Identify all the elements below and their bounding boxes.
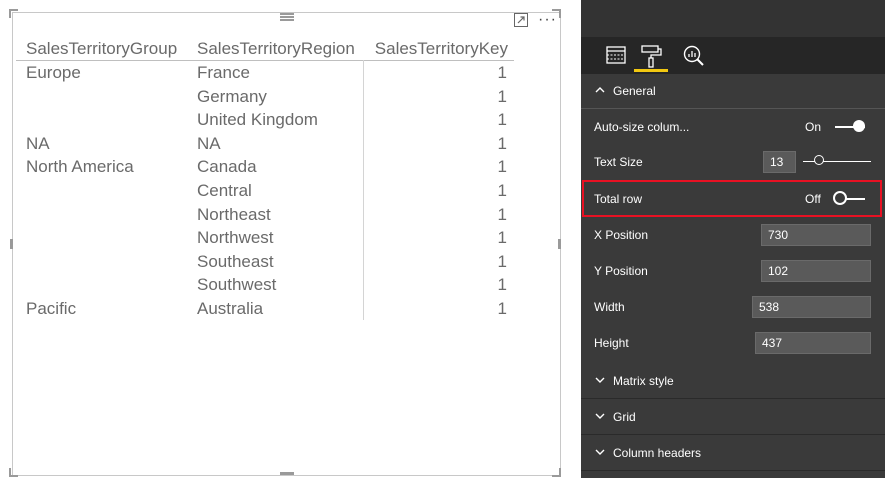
resize-handle-left[interactable] [10, 239, 13, 249]
drag-handle[interactable] [280, 13, 294, 15]
autosize-column-row: Auto-size colum... On [581, 109, 885, 145]
matrix-body: Europe France 1 Germany 1 United Kingdom 1 N… [16, 61, 514, 321]
highlight-box [582, 180, 882, 217]
group-cell: NA [26, 133, 50, 153]
section-grid-label: Grid [613, 410, 636, 424]
tab-analytics[interactable] [677, 41, 711, 70]
pane-tabs [581, 37, 885, 74]
pane-header [581, 0, 885, 37]
resize-handle-right[interactable] [558, 239, 561, 249]
key-cell: 1 [497, 180, 507, 200]
more-options-icon[interactable]: ··· [538, 12, 557, 28]
y-position-label: Y Position [594, 264, 648, 278]
column-header-key[interactable]: SalesTerritoryKey [375, 39, 508, 59]
resize-handle-bottom-left[interactable] [9, 468, 18, 477]
table-row[interactable]: NA NA 1 [16, 132, 514, 156]
y-position-row: Y Position 102 [581, 253, 885, 289]
resize-handle-bottom-right[interactable] [552, 468, 561, 477]
tab-format[interactable] [634, 41, 668, 72]
region-cell: Canada [197, 157, 257, 177]
key-cell: 1 [497, 157, 507, 177]
table-row[interactable]: Europe France 1 [16, 61, 514, 85]
key-cell: 1 [497, 110, 507, 130]
group-cell: North America [26, 157, 134, 177]
group-cell: Europe [26, 63, 81, 82]
key-cell: 1 [497, 204, 507, 224]
key-cell: 1 [497, 133, 507, 153]
height-row: Height 437 [581, 325, 885, 361]
region-cell: NA [197, 133, 221, 153]
key-cell: 1 [497, 86, 507, 106]
chevron-down-icon [595, 449, 605, 455]
autosize-toggle[interactable] [835, 120, 865, 132]
section-matrix-style[interactable]: Matrix style [581, 364, 885, 399]
width-input[interactable]: 538 [752, 296, 871, 318]
region-cell: Germany [197, 86, 267, 106]
autosize-column-label: Auto-size colum... [594, 120, 690, 134]
region-cell: Southwest [197, 275, 277, 295]
slider-thumb[interactable] [814, 155, 824, 165]
autosize-state-text: On [805, 120, 822, 134]
table-row[interactable]: Pacific Australia 1 [16, 297, 514, 321]
region-cell: Southeast [197, 251, 274, 271]
section-general[interactable]: General [581, 74, 885, 109]
tab-fields[interactable] [598, 41, 632, 70]
fields-icon [606, 46, 626, 64]
key-cell: 1 [497, 63, 507, 82]
resize-handle-top-left[interactable] [9, 9, 18, 18]
group-cell: Pacific [26, 298, 77, 318]
section-matrix-style-label: Matrix style [613, 374, 674, 388]
paint-roller-icon [641, 45, 662, 68]
chevron-down-icon [595, 413, 605, 419]
table-row[interactable]: Southwest 1 [16, 273, 514, 297]
key-cell: 1 [497, 298, 507, 318]
table-row[interactable]: Central 1 [16, 179, 514, 203]
y-position-input[interactable]: 102 [761, 260, 871, 282]
analytics-icon [683, 45, 704, 66]
x-position-label: X Position [594, 228, 649, 242]
column-header-region[interactable]: SalesTerritoryRegion [197, 39, 355, 59]
matrix-header-row: SalesTerritoryGroup SalesTerritoryRegion… [16, 36, 514, 61]
text-size-input[interactable]: 13 [763, 151, 796, 173]
section-column-headers[interactable]: Column headers [581, 436, 885, 471]
x-position-row: X Position 730 [581, 217, 885, 253]
format-pane: General Auto-size colum... On Text Size … [581, 0, 885, 478]
chevron-up-icon [595, 87, 605, 93]
region-cell: United Kingdom [197, 110, 318, 130]
height-input[interactable]: 437 [755, 332, 871, 354]
section-column-headers-label: Column headers [613, 446, 702, 460]
chevron-down-icon [595, 377, 605, 383]
x-position-input[interactable]: 730 [761, 224, 871, 246]
table-row[interactable]: United Kingdom 1 [16, 108, 514, 132]
region-cell: France [197, 63, 250, 82]
width-row: Width 538 [581, 289, 885, 325]
table-row[interactable]: North America Canada 1 [16, 155, 514, 179]
focus-mode-icon[interactable] [514, 13, 528, 27]
toggle-knob[interactable] [853, 120, 865, 132]
table-row[interactable]: Northeast 1 [16, 203, 514, 227]
key-cell: 1 [497, 228, 507, 248]
section-grid[interactable]: Grid [581, 400, 885, 435]
height-label: Height [594, 336, 629, 350]
section-general-label: General [613, 84, 656, 98]
region-cell: Northeast [197, 204, 271, 224]
region-cell: Australia [197, 298, 264, 318]
report-canvas: ··· SalesTerritoryGroup SalesTerritoryRe… [0, 0, 578, 478]
key-cell: 1 [497, 251, 507, 271]
text-size-label: Text Size [594, 155, 643, 169]
region-cell: Northwest [197, 228, 274, 248]
key-cell: 1 [497, 275, 507, 295]
table-row[interactable]: Southeast 1 [16, 250, 514, 274]
table-row[interactable]: Northwest 1 [16, 226, 514, 250]
matrix-table: SalesTerritoryGroup SalesTerritoryRegion… [16, 36, 514, 321]
width-label: Width [594, 300, 625, 314]
region-cell: Central [197, 180, 252, 200]
resize-handle-bottom[interactable] [280, 472, 294, 475]
column-header-group[interactable]: SalesTerritoryGroup [26, 39, 177, 59]
text-size-row: Text Size 13 [581, 144, 885, 180]
table-row[interactable]: Germany 1 [16, 85, 514, 109]
